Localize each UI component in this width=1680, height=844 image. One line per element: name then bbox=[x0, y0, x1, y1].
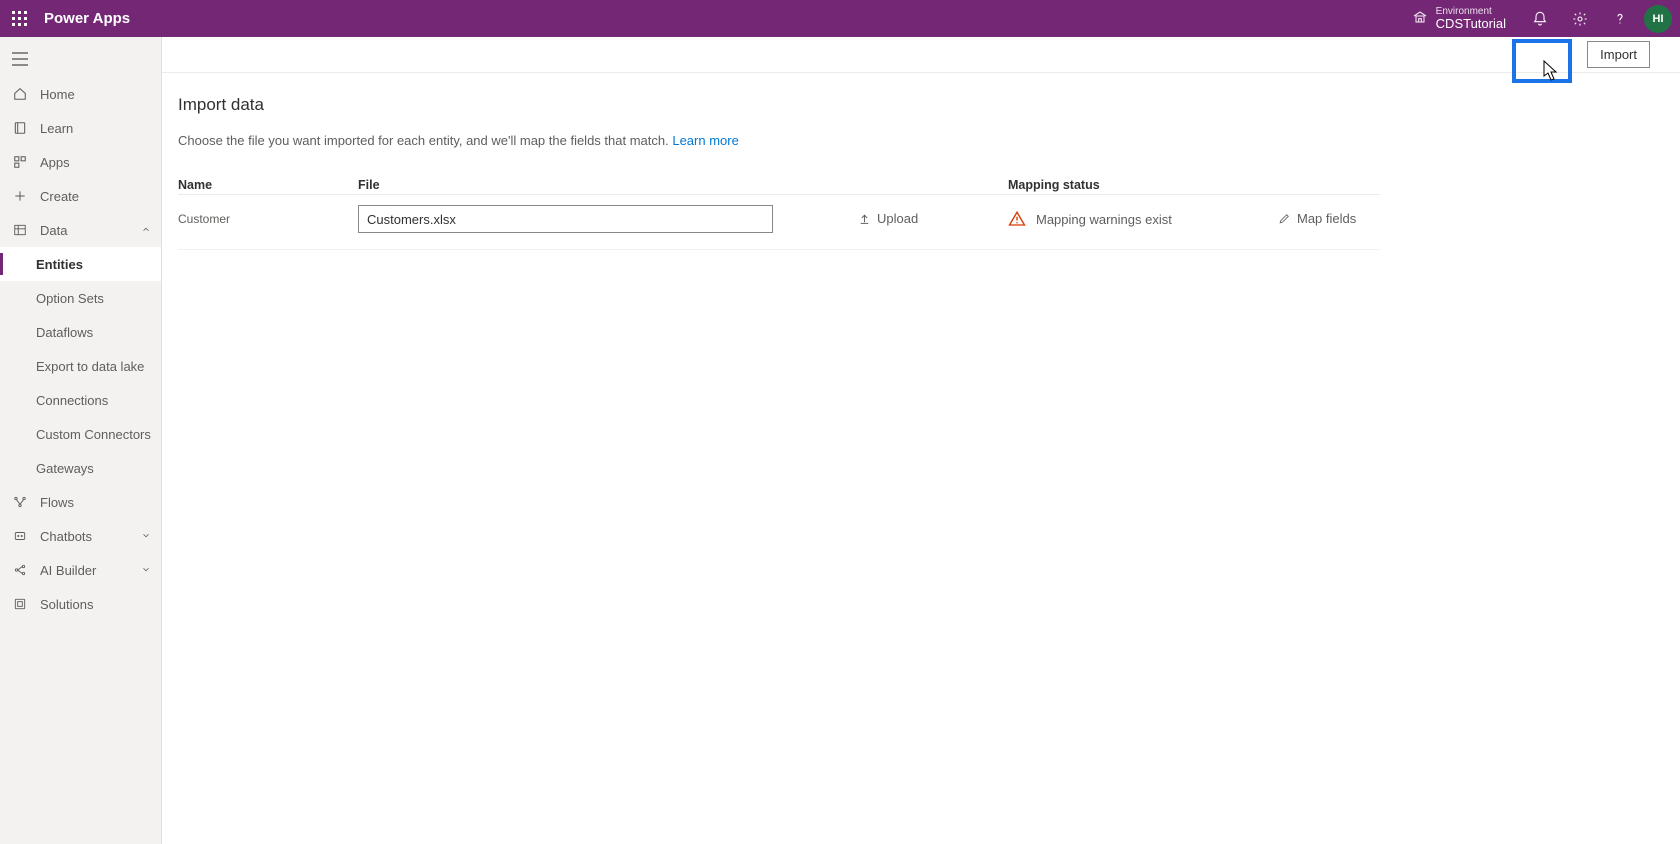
column-header-name: Name bbox=[178, 178, 358, 192]
sidebar-item-home[interactable]: Home bbox=[0, 77, 161, 111]
table-header: Name File Mapping status bbox=[178, 178, 1380, 195]
mapping-status-text: Mapping warnings exist bbox=[1036, 212, 1172, 227]
sidebar-item-apps[interactable]: Apps bbox=[0, 145, 161, 179]
column-header-file: File bbox=[358, 178, 858, 192]
file-name-input[interactable] bbox=[358, 205, 773, 233]
sidebar-item-create[interactable]: Create bbox=[0, 179, 161, 213]
home-icon bbox=[12, 87, 28, 101]
upload-button[interactable]: Upload bbox=[858, 211, 918, 226]
chevron-down-icon bbox=[141, 529, 151, 544]
upload-icon bbox=[858, 212, 871, 225]
page-description-text: Choose the file you want imported for ea… bbox=[178, 133, 672, 148]
chatbot-icon bbox=[12, 529, 28, 543]
sidebar-item-option-sets[interactable]: Option Sets bbox=[0, 281, 161, 315]
map-fields-label: Map fields bbox=[1297, 211, 1356, 226]
page-description: Choose the file you want imported for ea… bbox=[178, 133, 1680, 148]
notifications-button[interactable] bbox=[1520, 0, 1560, 37]
sidebar-item-export-lake[interactable]: Export to data lake bbox=[0, 349, 161, 383]
flows-icon bbox=[12, 495, 28, 509]
top-bar: Power Apps Environment CDSTutorial HI bbox=[0, 0, 1680, 37]
sidebar-item-label: Export to data lake bbox=[36, 359, 144, 374]
sidebar-item-label: Home bbox=[40, 87, 75, 102]
table-row: Customer Upload bbox=[178, 195, 1380, 250]
sidebar-item-dataflows[interactable]: Dataflows bbox=[0, 315, 161, 349]
sidebar-item-flows[interactable]: Flows bbox=[0, 485, 161, 519]
learn-more-link[interactable]: Learn more bbox=[672, 133, 738, 148]
sidebar-item-label: Chatbots bbox=[40, 529, 92, 544]
sidebar-item-learn[interactable]: Learn bbox=[0, 111, 161, 145]
sidebar-item-solutions[interactable]: Solutions bbox=[0, 587, 161, 621]
environment-icon bbox=[1412, 10, 1428, 26]
sidebar: Home Learn Apps Create Data bbox=[0, 37, 162, 844]
content-area: Import data Choose the file you want imp… bbox=[162, 73, 1680, 844]
bell-icon bbox=[1532, 11, 1548, 27]
ai-builder-icon bbox=[12, 563, 28, 577]
sidebar-item-label: Entities bbox=[36, 257, 83, 272]
import-table: Name File Mapping status Customer bbox=[178, 178, 1380, 250]
account-avatar[interactable]: HI bbox=[1644, 5, 1672, 33]
plus-icon bbox=[12, 189, 28, 203]
page-title: Import data bbox=[178, 95, 1680, 115]
learn-icon bbox=[12, 121, 28, 135]
sidebar-item-label: Apps bbox=[40, 155, 70, 170]
waffle-icon bbox=[12, 11, 28, 27]
edit-icon bbox=[1278, 212, 1291, 225]
command-bar: Import bbox=[162, 37, 1680, 73]
sidebar-item-label: Create bbox=[40, 189, 79, 204]
sidebar-item-custom-connectors[interactable]: Custom Connectors bbox=[0, 417, 161, 451]
sidebar-item-ai-builder[interactable]: AI Builder bbox=[0, 553, 161, 587]
settings-button[interactable] bbox=[1560, 0, 1600, 37]
nav-collapse-button[interactable] bbox=[0, 41, 161, 77]
help-button[interactable] bbox=[1600, 0, 1640, 37]
sidebar-item-entities[interactable]: Entities bbox=[0, 247, 161, 281]
mapping-status: Mapping warnings exist bbox=[1008, 210, 1278, 228]
sidebar-item-gateways[interactable]: Gateways bbox=[0, 451, 161, 485]
sidebar-item-label: Dataflows bbox=[36, 325, 93, 340]
column-header-mapping: Mapping status bbox=[1008, 178, 1278, 192]
gear-icon bbox=[1572, 11, 1588, 27]
entity-name: Customer bbox=[178, 212, 358, 226]
sidebar-item-label: Learn bbox=[40, 121, 73, 136]
main-area: Import Import data Choose the file you w… bbox=[162, 37, 1680, 844]
sidebar-item-connections[interactable]: Connections bbox=[0, 383, 161, 417]
sidebar-item-label: Data bbox=[40, 223, 67, 238]
map-fields-button[interactable]: Map fields bbox=[1278, 211, 1356, 226]
sidebar-item-label: Flows bbox=[40, 495, 74, 510]
data-icon bbox=[12, 223, 28, 237]
sidebar-item-data[interactable]: Data bbox=[0, 213, 161, 247]
sidebar-item-label: Gateways bbox=[36, 461, 94, 476]
sidebar-item-label: Option Sets bbox=[36, 291, 104, 306]
solutions-icon bbox=[12, 597, 28, 611]
sidebar-item-label: Custom Connectors bbox=[36, 427, 151, 442]
app-launcher-button[interactable] bbox=[0, 0, 40, 37]
sidebar-item-label: Solutions bbox=[40, 597, 93, 612]
chevron-down-icon bbox=[141, 563, 151, 578]
chevron-up-icon bbox=[141, 223, 151, 238]
help-icon bbox=[1612, 11, 1628, 27]
sidebar-item-label: AI Builder bbox=[40, 563, 96, 578]
hamburger-icon bbox=[12, 52, 28, 66]
sidebar-item-chatbots[interactable]: Chatbots bbox=[0, 519, 161, 553]
environment-picker[interactable]: Environment CDSTutorial bbox=[1398, 6, 1520, 31]
upload-label: Upload bbox=[877, 211, 918, 226]
warning-icon bbox=[1008, 210, 1026, 228]
environment-value: CDSTutorial bbox=[1436, 17, 1506, 31]
environment-label: Environment bbox=[1436, 6, 1506, 17]
sidebar-item-label: Connections bbox=[36, 393, 108, 408]
app-title: Power Apps bbox=[44, 10, 130, 27]
import-button[interactable]: Import bbox=[1587, 41, 1650, 68]
apps-icon bbox=[12, 155, 28, 169]
